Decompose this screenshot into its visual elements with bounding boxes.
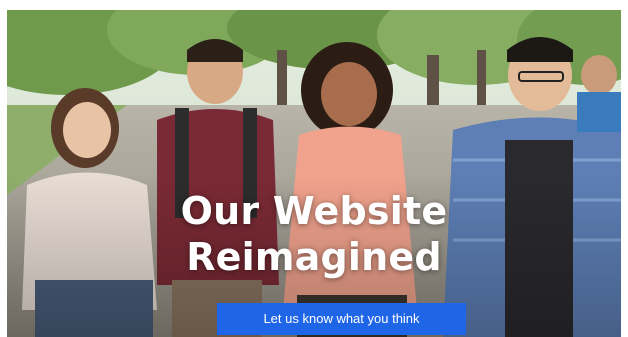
hero-banner: Our Website Reimagined Let us know what … bbox=[7, 10, 621, 337]
hero-headline: Our Website Reimagined bbox=[7, 188, 621, 280]
feedback-cta-button[interactable]: Let us know what you think bbox=[217, 303, 466, 335]
page: Our Website Reimagined Let us know what … bbox=[0, 0, 628, 337]
headline-line-2: Reimagined bbox=[186, 235, 442, 279]
headline-line-1: Our Website bbox=[180, 189, 448, 233]
hero-photo bbox=[7, 10, 621, 337]
